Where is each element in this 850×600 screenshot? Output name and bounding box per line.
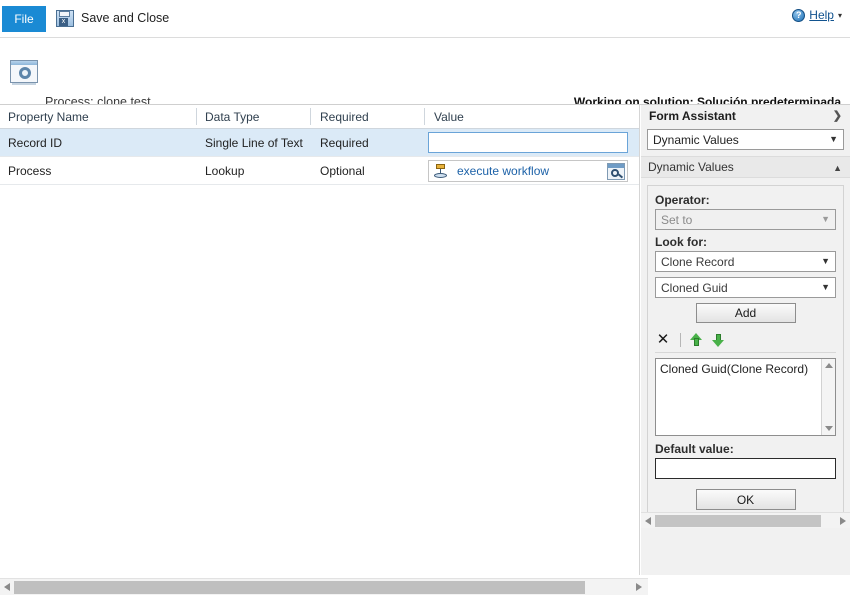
- ok-button[interactable]: OK: [695, 489, 796, 510]
- chevron-right-icon[interactable]: ❯: [833, 109, 842, 122]
- dynamic-values-listbox[interactable]: Cloned Guid(Clone Record): [655, 358, 836, 436]
- listbox-scrollbar[interactable]: [821, 359, 835, 435]
- scroll-down-icon[interactable]: [825, 426, 833, 431]
- dynamic-values-section-header[interactable]: Dynamic Values ▲: [641, 156, 850, 178]
- help-icon: ?: [792, 8, 806, 22]
- scroll-left-icon[interactable]: [4, 583, 10, 591]
- chevron-down-icon: ▾: [837, 10, 842, 20]
- chevron-down-icon: ▼: [821, 214, 830, 224]
- look-for-label: Look for:: [655, 235, 707, 249]
- column-header-required[interactable]: Required: [320, 110, 369, 124]
- scroll-right-icon[interactable]: [840, 517, 846, 525]
- file-tab[interactable]: File: [2, 6, 46, 32]
- list-toolbar: ✕: [655, 329, 836, 353]
- save-and-close-label: Save and Close: [81, 11, 170, 25]
- operator-value: Set to: [661, 212, 693, 227]
- column-divider[interactable]: [196, 108, 197, 125]
- form-assistant-title: Form Assistant: [649, 109, 736, 123]
- look-for-field-value: Cloned Guid: [661, 280, 728, 295]
- scroll-left-icon[interactable]: [645, 517, 651, 525]
- default-value-label: Default value:: [655, 442, 734, 456]
- save-icon: x: [56, 9, 74, 27]
- cell-data-type: Single Line of Text: [205, 136, 303, 150]
- move-down-icon[interactable]: [712, 333, 725, 347]
- toolbar-divider: [680, 332, 681, 347]
- lookup-value-label: execute workflow: [457, 164, 550, 178]
- page-header: Process: clone test Set Custom Step Inpu…: [0, 38, 850, 129]
- save-and-close-button[interactable]: x Save and Close: [56, 5, 175, 31]
- help-label: Help: [809, 8, 834, 22]
- remove-icon[interactable]: ✕: [655, 332, 671, 347]
- cell-property-name: Record ID: [8, 136, 63, 150]
- look-for-field-select[interactable]: Cloned Guid ▼: [655, 277, 836, 298]
- column-divider[interactable]: [424, 108, 425, 125]
- column-header-value[interactable]: Value: [434, 110, 464, 124]
- operator-select[interactable]: Set to ▼: [655, 209, 836, 230]
- column-header-property-name[interactable]: Property Name: [8, 110, 89, 124]
- look-for-entity-select[interactable]: Clone Record ▼: [655, 251, 836, 272]
- cell-required: Required: [320, 136, 369, 150]
- file-tab-label: File: [14, 12, 34, 26]
- ribbon-toolbar: File x Save and Close ? Help ▾: [0, 0, 850, 38]
- form-assistant-panel: Form Assistant ❯ Dynamic Values ▼ Dynami…: [641, 105, 850, 575]
- assistant-mode-value: Dynamic Values: [653, 132, 739, 147]
- move-up-icon[interactable]: [690, 332, 703, 347]
- table-row[interactable]: Record ID Single Line of Text Required {…: [0, 129, 639, 157]
- look-for-entity-value: Clone Record: [661, 254, 735, 269]
- chevron-down-icon: ▼: [829, 134, 838, 144]
- dynamic-values-section-title: Dynamic Values: [648, 160, 734, 174]
- grid-header-row: Property Name Data Type Required Value: [0, 105, 639, 129]
- scrollbar-thumb[interactable]: [14, 581, 585, 594]
- add-button[interactable]: Add: [695, 303, 796, 323]
- chevron-up-icon[interactable]: ▲: [833, 163, 842, 173]
- value-input-record-id[interactable]: {Cloned Guid(Clone Record)}: [428, 132, 628, 153]
- assistant-mode-select[interactable]: Dynamic Values ▼: [647, 129, 844, 150]
- help-button[interactable]: ? Help ▾: [792, 8, 842, 22]
- ok-button-label: OK: [736, 492, 755, 507]
- scrollbar-thumb[interactable]: [655, 515, 821, 527]
- dynamic-values-form: Operator: Set to ▼ Look for: Clone Recor…: [647, 185, 844, 520]
- chevron-down-icon: ▼: [821, 256, 830, 266]
- column-divider[interactable]: [310, 108, 311, 125]
- lookup-search-icon[interactable]: [607, 163, 625, 180]
- operator-label: Operator:: [655, 193, 710, 207]
- form-assistant-header: Form Assistant ❯: [641, 105, 850, 127]
- process-gear-icon: [10, 60, 38, 85]
- main-horizontal-scrollbar[interactable]: [0, 578, 648, 595]
- properties-grid: Property Name Data Type Required Value R…: [0, 105, 640, 575]
- assistant-horizontal-scrollbar[interactable]: [641, 512, 850, 528]
- list-item[interactable]: Cloned Guid(Clone Record): [656, 359, 835, 379]
- application-window: File x Save and Close ? Help ▾ Process: …: [0, 0, 850, 600]
- scroll-up-icon[interactable]: [825, 363, 833, 368]
- column-header-data-type[interactable]: Data Type: [205, 110, 259, 124]
- cell-data-type: Lookup: [205, 164, 245, 178]
- table-row[interactable]: Process Lookup Optional execute workflow: [0, 157, 639, 185]
- value-lookup-process[interactable]: execute workflow: [428, 160, 628, 182]
- workflow-icon: [433, 163, 449, 179]
- add-button-label: Add: [734, 306, 757, 320]
- scroll-right-icon[interactable]: [636, 583, 642, 591]
- default-value-input[interactable]: [655, 458, 836, 479]
- chevron-down-icon: ▼: [821, 282, 830, 292]
- cell-required: Optional: [320, 164, 365, 178]
- cell-property-name: Process: [8, 164, 52, 178]
